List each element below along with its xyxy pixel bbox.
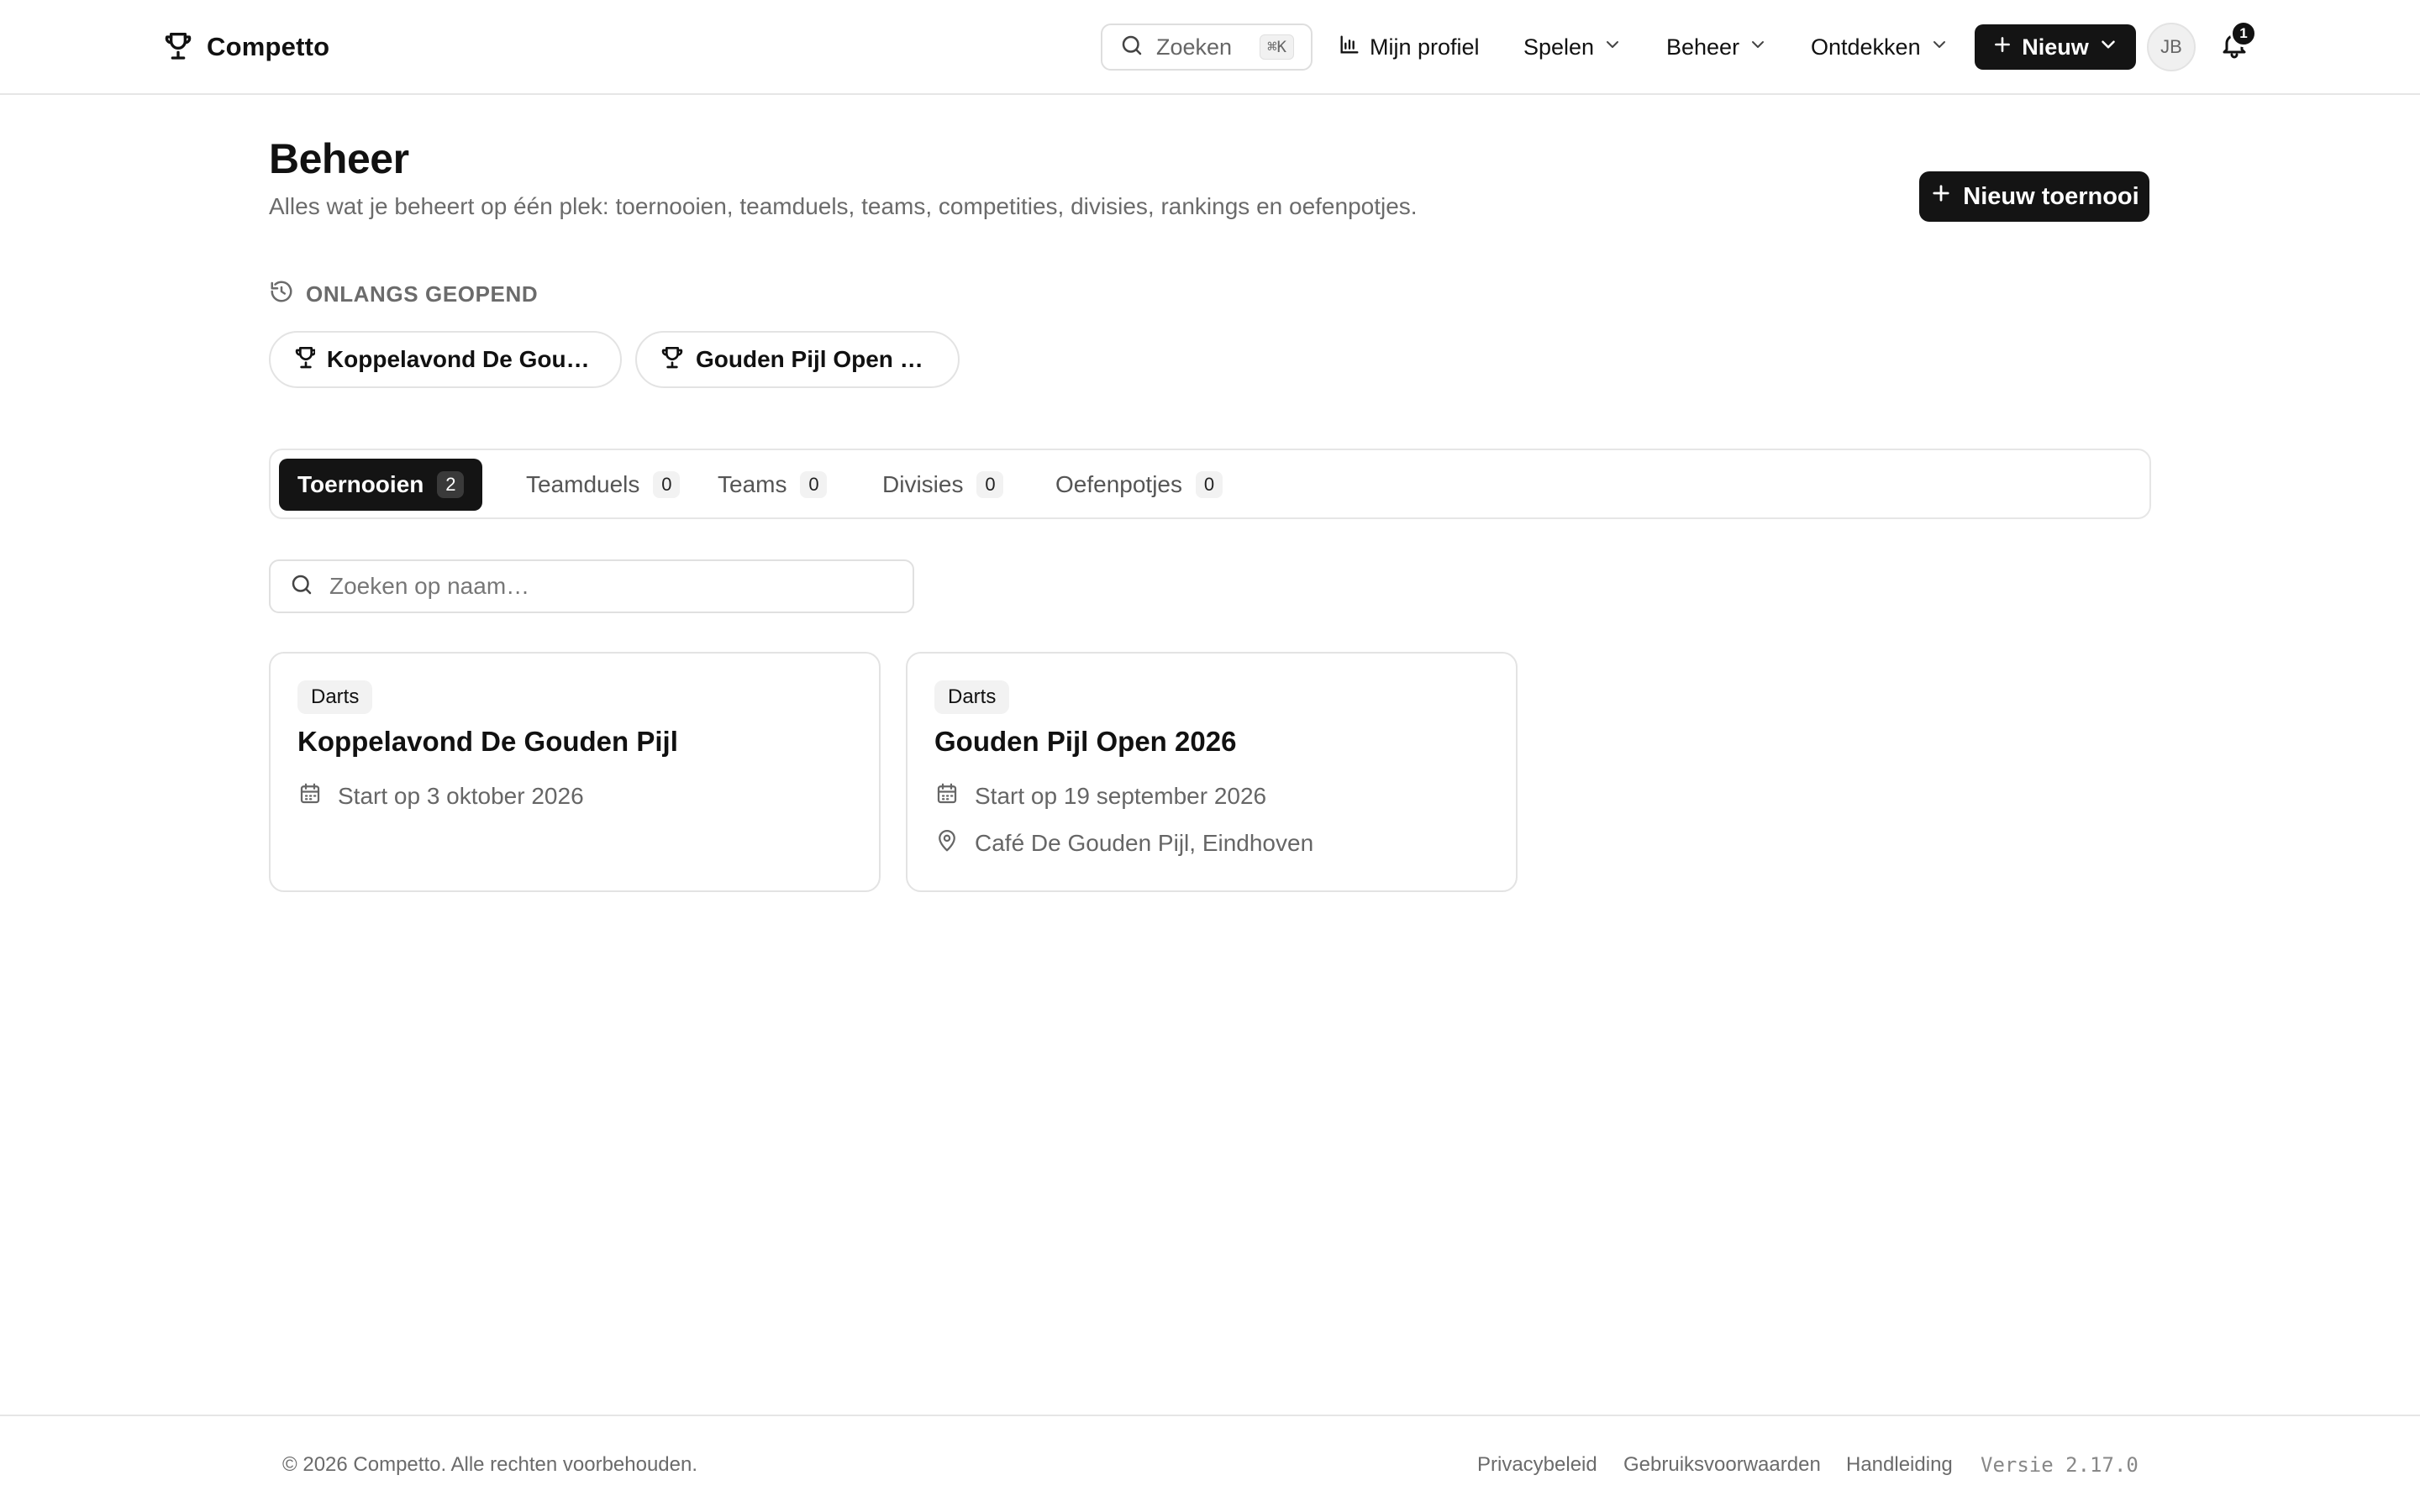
tournament-card[interactable]: Darts Gouden Pijl Open 2026 Start op 19 … <box>906 652 1518 892</box>
tab-label: Divisies <box>882 471 964 497</box>
tournament-title: Gouden Pijl Open 2026 <box>934 726 1237 757</box>
global-search-button[interactable]: Zoeken ⌘K <box>1101 24 1313 71</box>
nav-my-profile-label: Mijn profiel <box>1370 34 1480 60</box>
search-icon <box>289 572 314 601</box>
tab-toernooien[interactable]: Toernooien 2 <box>279 459 483 511</box>
category-tabs: Toernooien 2 Teamduels 0 Teams 0 Divisie… <box>269 449 2151 519</box>
chevron-down-icon <box>1602 34 1623 60</box>
tournament-start-date: Start op 3 oktober 2026 <box>297 780 852 813</box>
footer-link-privacy[interactable]: Privacybeleid <box>1477 1453 1597 1477</box>
footer-link-terms[interactable]: Gebruiksvoorwaarden <box>1623 1453 1821 1477</box>
brand-link[interactable]: Competto <box>161 29 329 66</box>
recently-opened-label: ONLANGS GEOPEND <box>306 281 539 307</box>
trophy-icon <box>659 344 684 376</box>
tab-count-badge: 0 <box>976 471 1004 498</box>
tab-count-badge: 0 <box>800 471 828 498</box>
search-shortcut-hint: ⌘K <box>1260 34 1294 60</box>
map-pin-icon <box>934 828 960 859</box>
tournament-title: Koppelavond De Gouden Pijl <box>297 726 678 757</box>
sport-badge: Darts <box>934 680 1010 714</box>
bar-chart-icon <box>1338 33 1361 62</box>
new-tournament-label: Nieuw toernooi <box>1963 182 2139 210</box>
chevron-down-icon <box>1929 34 1949 60</box>
recent-item-label: Gouden Pijl Open 2026 <box>696 346 936 372</box>
tab-count-badge: 0 <box>653 471 681 498</box>
page-title: Beheer <box>269 135 409 182</box>
new-tournament-button[interactable]: Nieuw toernooi <box>1919 171 2149 222</box>
chevron-down-icon <box>2097 34 2119 61</box>
name-search-input[interactable] <box>329 573 894 600</box>
global-search-label: Zoeken <box>1156 34 1233 60</box>
notification-count-badge: 1 <box>2230 20 2257 47</box>
new-item-button[interactable]: Nieuw <box>1975 24 2136 70</box>
tab-label: Teams <box>718 471 787 497</box>
plus-icon <box>1991 34 2013 61</box>
page-subtitle: Alles wat je beheert op één plek: toerno… <box>269 193 1418 219</box>
tab-oefenpotjes[interactable]: Oefenpotjes 0 <box>1037 459 1241 511</box>
nav-manage-label: Beheer <box>1666 34 1740 60</box>
brand-name: Competto <box>207 32 330 61</box>
recent-item-chip[interactable]: Koppelavond De Gouden Pijl <box>269 331 622 388</box>
calendar-icon <box>934 781 960 812</box>
history-icon <box>269 279 294 310</box>
recent-item-chip[interactable]: Gouden Pijl Open 2026 <box>635 331 960 388</box>
calendar-icon <box>297 781 323 812</box>
chevron-down-icon <box>1748 34 1768 60</box>
tab-label: Teamduels <box>526 471 640 497</box>
trophy-icon <box>292 344 315 376</box>
nav-play-label: Spelen <box>1523 34 1595 60</box>
tab-label: Toernooien <box>297 471 424 497</box>
name-search-field[interactable] <box>269 559 914 613</box>
tab-count-badge: 2 <box>437 471 465 498</box>
nav-discover-label: Ontdekken <box>1811 34 1921 60</box>
start-date-text: Start op 19 september 2026 <box>975 783 1267 809</box>
search-icon <box>1119 33 1144 62</box>
nav-my-profile[interactable]: Mijn profiel <box>1338 29 1480 66</box>
tab-teamduels[interactable]: Teamduels 0 <box>508 459 698 511</box>
tournament-card[interactable]: Darts Koppelavond De Gouden Pijl Start o… <box>269 652 881 892</box>
user-avatar[interactable]: JB <box>2147 23 2196 71</box>
tab-label: Oefenpotjes <box>1055 471 1182 497</box>
footer-link-manual[interactable]: Handleiding <box>1846 1453 1953 1477</box>
nav-discover-menu[interactable]: Ontdekken <box>1811 29 1949 66</box>
tab-teams[interactable]: Teams 0 <box>699 459 845 511</box>
location-text: Café De Gouden Pijl, Eindhoven <box>975 830 1314 856</box>
page-footer: © 2026 Competto. Alle rechten voorbehoud… <box>0 1415 2420 1512</box>
tab-count-badge: 0 <box>1196 471 1223 498</box>
copyright-text: © 2026 Competto. Alle rechten voorbehoud… <box>282 1453 698 1476</box>
plus-icon <box>1929 181 1953 212</box>
tab-divisies[interactable]: Divisies 0 <box>864 459 1022 511</box>
sport-badge: Darts <box>297 680 373 714</box>
nav-play-menu[interactable]: Spelen <box>1523 29 1623 66</box>
version-label: Versie 2.17.0 <box>1981 1453 2139 1477</box>
tournament-location: Café De Gouden Pijl, Eindhoven <box>934 827 1489 860</box>
start-date-text: Start op 3 oktober 2026 <box>338 783 584 809</box>
new-item-label: Nieuw <box>2022 34 2089 60</box>
nav-manage-menu[interactable]: Beheer <box>1666 29 1768 66</box>
recent-item-label: Koppelavond De Gouden Pijl <box>326 346 598 372</box>
recently-opened-heading: ONLANGS GEOPEND <box>269 279 538 309</box>
tournament-start-date: Start op 19 september 2026 <box>934 780 1489 813</box>
top-navigation-bar: Competto Zoeken ⌘K Mijn profiel Spelen B… <box>0 0 2420 95</box>
trophy-logo-icon <box>161 29 195 66</box>
